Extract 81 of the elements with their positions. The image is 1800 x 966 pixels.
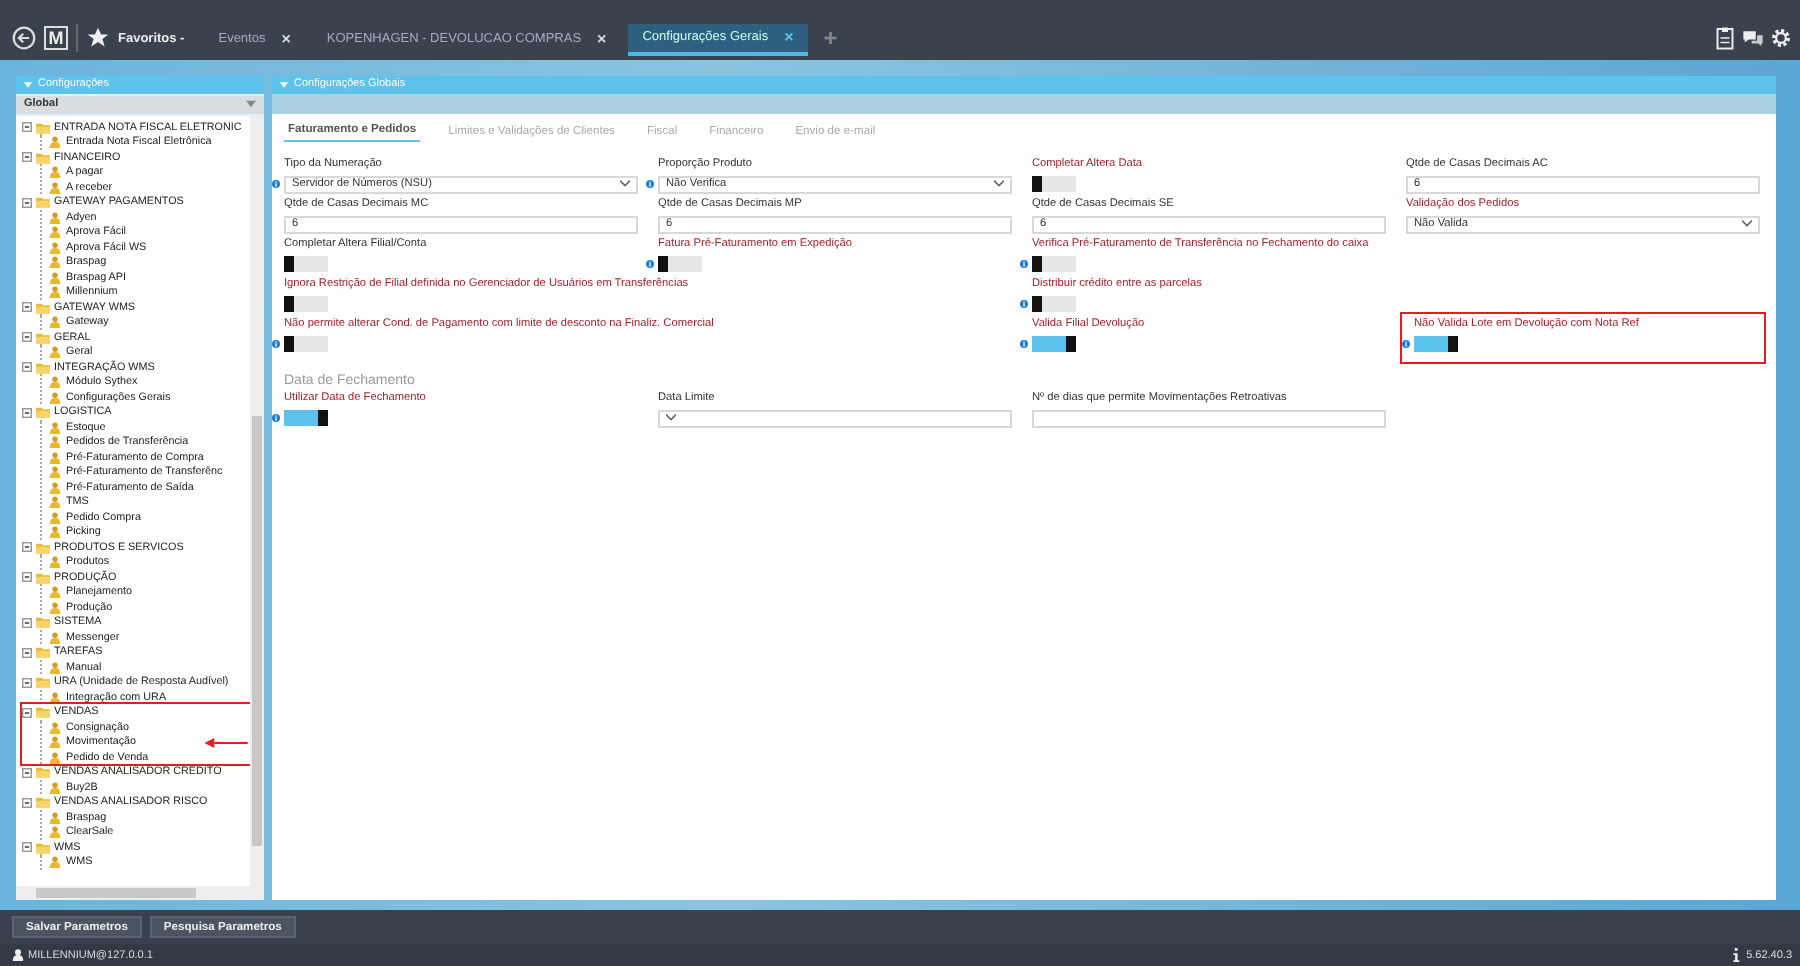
info-icon[interactable] bbox=[272, 340, 280, 349]
collapse-icon[interactable] bbox=[22, 842, 32, 853]
info-icon[interactable] bbox=[1020, 300, 1028, 309]
folder-icon bbox=[36, 796, 50, 809]
collapse-icon[interactable] bbox=[22, 677, 32, 688]
collapse-icon[interactable] bbox=[22, 152, 32, 163]
toggle-switch[interactable] bbox=[1414, 336, 1458, 353]
folder-icon bbox=[36, 406, 50, 419]
folder-icon bbox=[36, 841, 50, 854]
folder-icon bbox=[36, 301, 50, 314]
user-icon bbox=[12, 948, 24, 962]
info-icon[interactable] bbox=[646, 260, 654, 269]
collapse-icon[interactable] bbox=[22, 572, 32, 583]
collapse-icon[interactable] bbox=[22, 767, 32, 778]
collapse-icon[interactable] bbox=[22, 122, 32, 133]
user-icon bbox=[48, 856, 62, 869]
collapse-icon[interactable] bbox=[22, 302, 32, 313]
close-tab-button[interactable]: × bbox=[597, 30, 607, 49]
collapse-icon[interactable] bbox=[22, 707, 32, 718]
folder-icon bbox=[36, 706, 50, 719]
caret-icon bbox=[666, 414, 676, 423]
select-field[interactable] bbox=[658, 409, 1012, 428]
collapse-icon[interactable] bbox=[22, 797, 32, 808]
toggle-switch[interactable] bbox=[284, 256, 328, 273]
user-icon bbox=[48, 691, 62, 704]
folder-icon bbox=[36, 616, 50, 629]
clipboard-icon[interactable] bbox=[1714, 25, 1736, 50]
info-icon[interactable] bbox=[1020, 260, 1028, 269]
caret-icon bbox=[246, 100, 256, 109]
collapse-icon[interactable] bbox=[22, 332, 32, 343]
collapse-icon[interactable] bbox=[22, 647, 32, 658]
info-icon[interactable] bbox=[1020, 340, 1028, 349]
caret-icon bbox=[280, 81, 288, 88]
user-icon bbox=[48, 781, 62, 794]
caret-icon bbox=[24, 81, 32, 88]
toggle-switch[interactable] bbox=[1032, 296, 1076, 313]
collapse-icon[interactable] bbox=[22, 197, 32, 208]
toggle-switch[interactable] bbox=[284, 410, 328, 427]
folder-icon bbox=[36, 766, 50, 779]
toggle-switch[interactable] bbox=[1032, 256, 1076, 273]
info-icon bbox=[1730, 948, 1743, 962]
collapse-icon[interactable] bbox=[22, 617, 32, 628]
chat-icon[interactable] bbox=[1742, 25, 1764, 50]
user-icon bbox=[48, 316, 62, 329]
toggle-switch[interactable] bbox=[284, 296, 328, 313]
info-icon[interactable] bbox=[646, 180, 654, 189]
toggle-switch[interactable] bbox=[658, 256, 702, 273]
toggle-switch[interactable] bbox=[1032, 336, 1076, 353]
folder-icon bbox=[36, 361, 50, 374]
info-icon[interactable] bbox=[272, 414, 280, 423]
collapse-icon[interactable] bbox=[22, 362, 32, 373]
scrollbar[interactable] bbox=[16, 886, 264, 901]
user-icon bbox=[48, 556, 62, 569]
app-logo[interactable]: M bbox=[44, 25, 68, 50]
folder-icon bbox=[36, 676, 50, 689]
folder-icon bbox=[36, 571, 50, 584]
user-icon bbox=[48, 346, 62, 359]
folder-icon bbox=[36, 121, 50, 134]
folder-icon bbox=[36, 331, 50, 344]
toggle-switch[interactable] bbox=[1032, 176, 1076, 193]
input-field[interactable] bbox=[1032, 409, 1386, 428]
folder-icon bbox=[36, 196, 50, 209]
collapse-icon[interactable] bbox=[22, 407, 32, 418]
scrollbar[interactable] bbox=[250, 115, 264, 887]
info-icon[interactable] bbox=[1402, 340, 1410, 349]
user-icon bbox=[48, 631, 62, 644]
settings-icon[interactable] bbox=[1770, 25, 1792, 50]
user-icon bbox=[48, 136, 62, 149]
caret-icon bbox=[994, 180, 1004, 189]
caret-icon bbox=[1742, 220, 1752, 229]
caret-icon bbox=[620, 180, 630, 189]
info-icon[interactable] bbox=[272, 180, 280, 189]
close-tab-button[interactable]: × bbox=[281, 30, 291, 49]
collapse-icon[interactable] bbox=[22, 542, 32, 553]
toggle-switch[interactable] bbox=[284, 336, 328, 353]
folder-icon bbox=[36, 646, 50, 659]
star-icon bbox=[86, 25, 110, 50]
folder-icon bbox=[36, 151, 50, 164]
user-icon bbox=[48, 661, 62, 674]
back-icon[interactable] bbox=[12, 25, 36, 50]
folder-icon bbox=[36, 541, 50, 554]
